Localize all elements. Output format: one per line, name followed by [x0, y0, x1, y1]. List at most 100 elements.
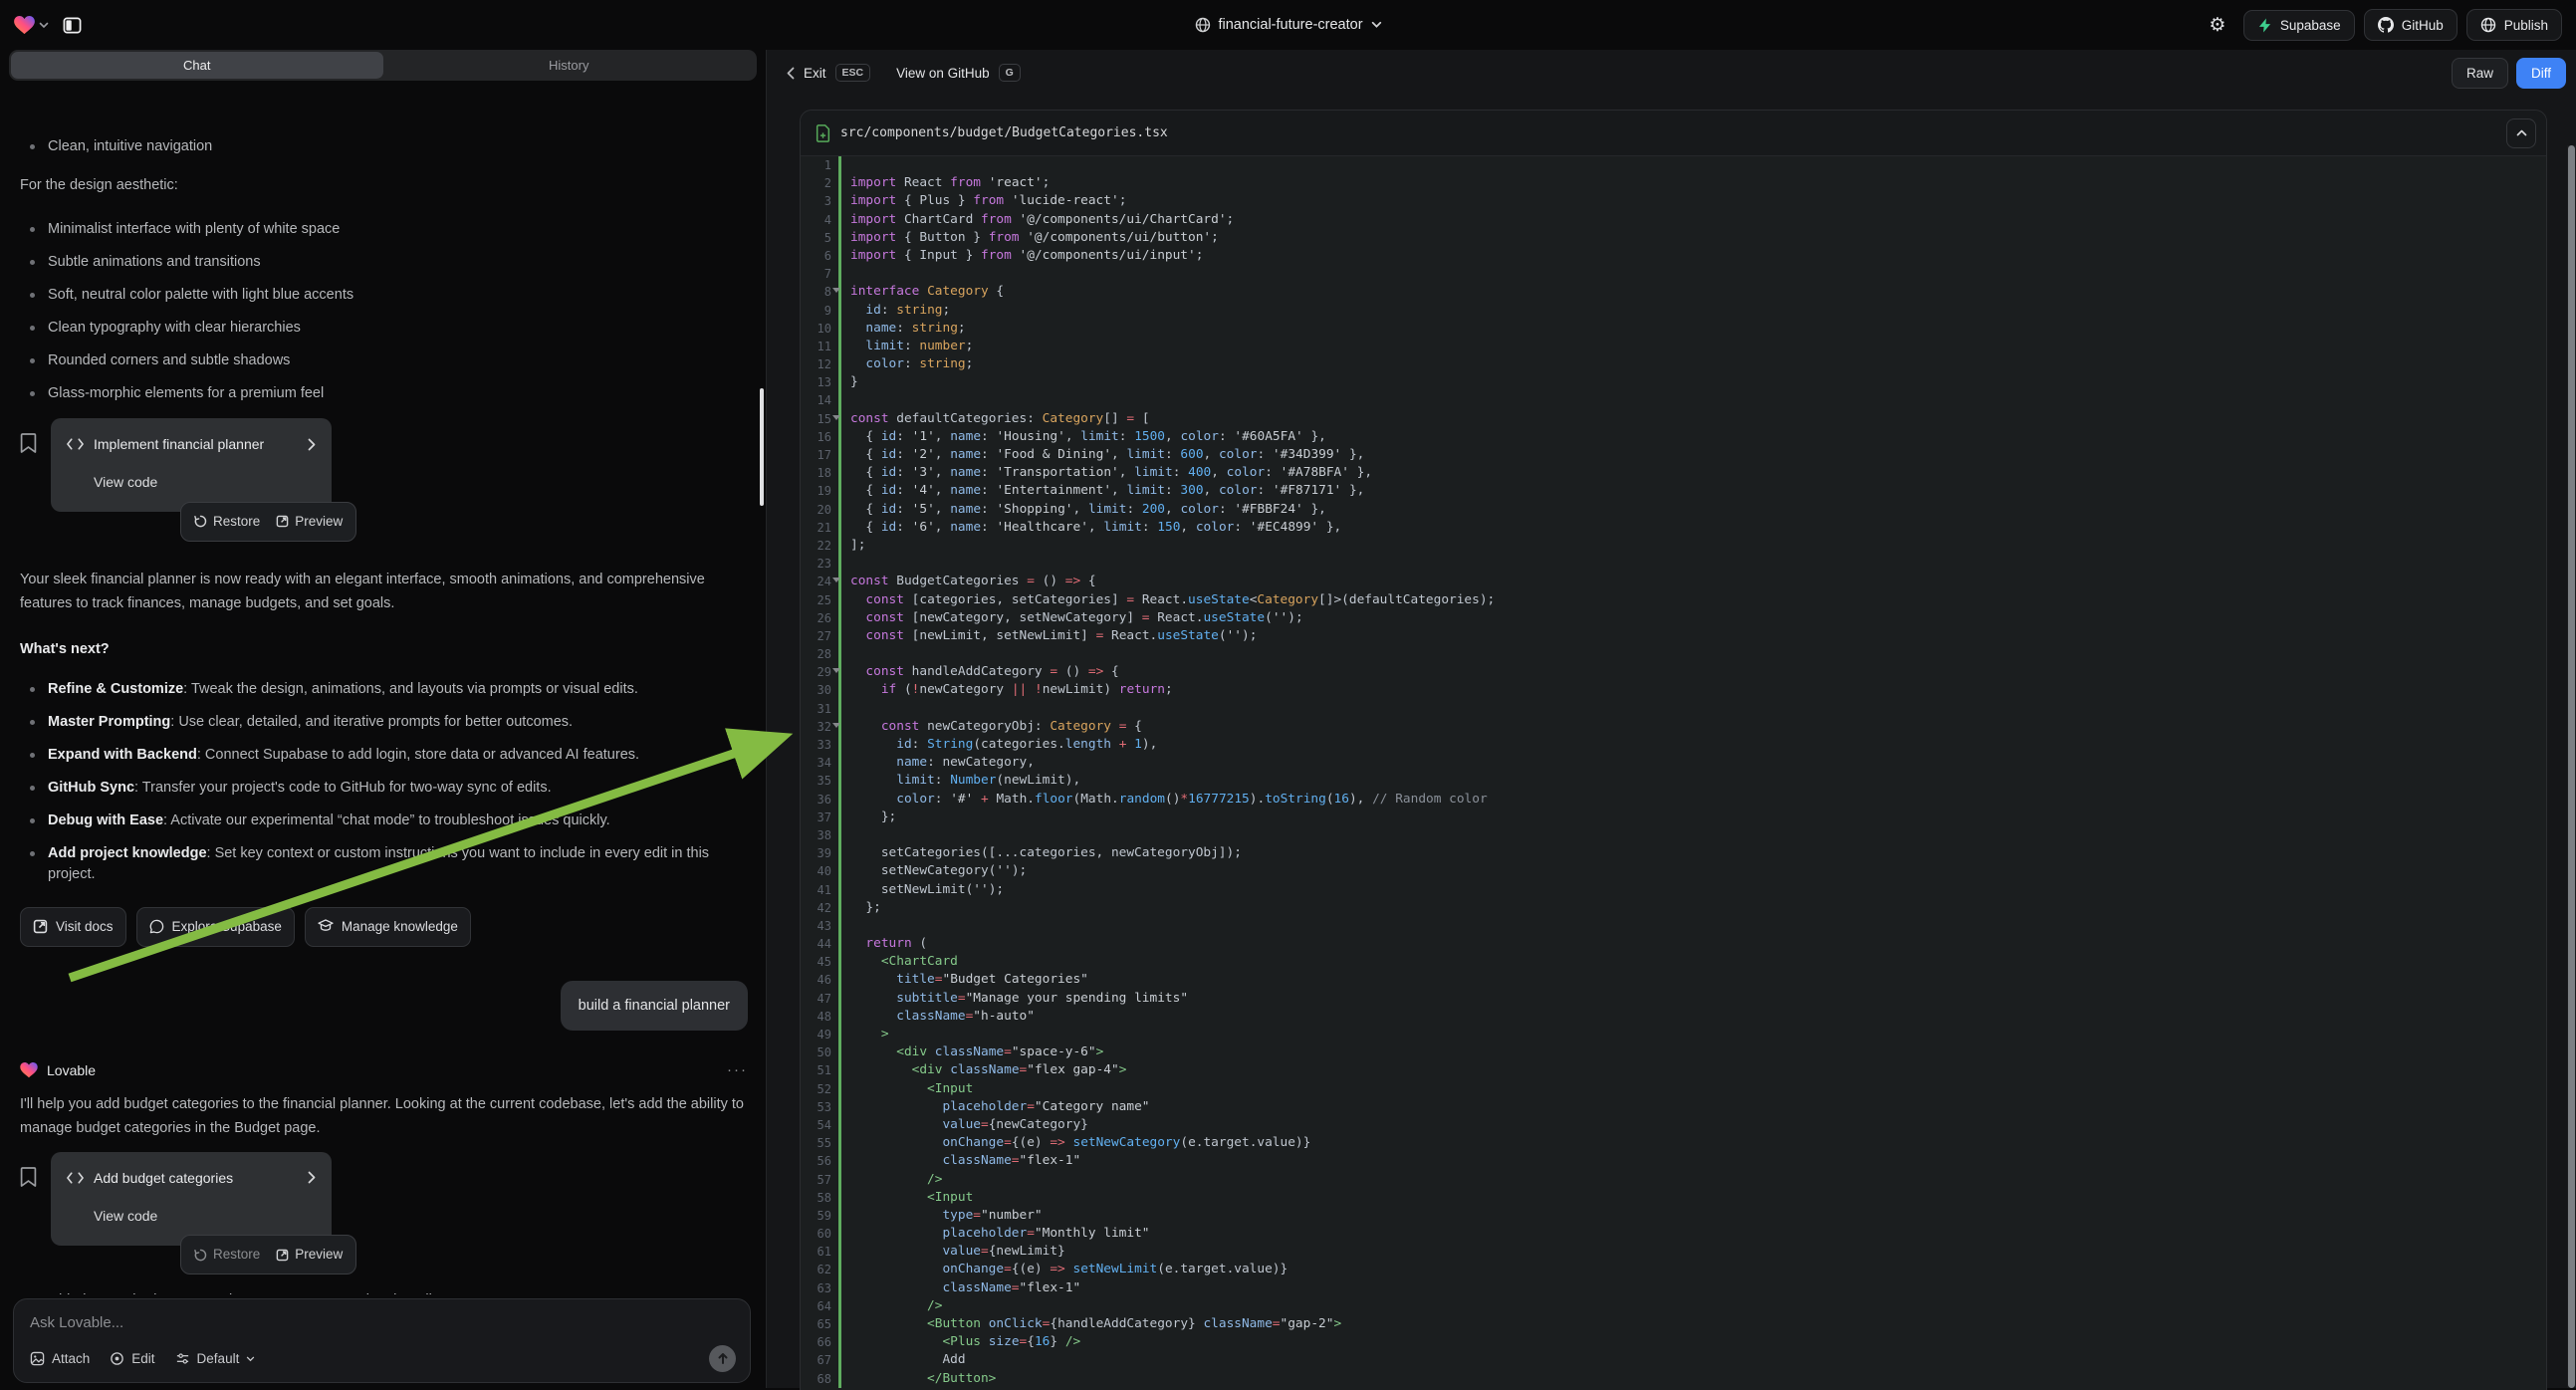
code-line: 50 <div className="space-y-6"> [801, 1043, 2546, 1061]
assistant-name: Lovable [47, 1058, 96, 1082]
tab-chat[interactable]: Chat [11, 52, 383, 79]
code-line: 5import { Button } from '@/components/ui… [801, 229, 2546, 247]
code-line: 35 limit: Number(newLimit), [801, 772, 2546, 790]
tab-history[interactable]: History [383, 52, 756, 79]
globe-icon [1194, 17, 1210, 33]
manage-knowledge-button[interactable]: Manage knowledge [305, 907, 471, 947]
collapse-file-button[interactable] [2506, 118, 2536, 148]
code-line: 21 { id: '6', name: 'Healthcare', limit:… [801, 519, 2546, 537]
file-path: src/components/budget/BudgetCategories.t… [840, 125, 2496, 140]
github-button[interactable]: GitHub [2364, 9, 2458, 41]
code-line: 43 [801, 917, 2546, 935]
ready-text: Your sleek financial planner is now read… [20, 568, 748, 615]
bookmark-icon[interactable] [20, 432, 37, 454]
code-line: 26 const [newCategory, setNewCategory] =… [801, 609, 2546, 627]
chat-scrollbar[interactable] [760, 388, 764, 506]
restore-button[interactable]: Restore [194, 1243, 260, 1267]
github-label: GitHub [2402, 18, 2444, 33]
supabase-label: Supabase [2280, 18, 2341, 33]
code-line: 22]; [801, 537, 2546, 555]
code-line: 33 id: String(categories.length + 1), [801, 736, 2546, 754]
code-line: 10 name: string; [801, 320, 2546, 338]
publish-button[interactable]: Publish [2466, 9, 2562, 41]
version-card-implement-financial-planner[interactable]: Implement financial planner View code [51, 418, 332, 512]
send-button[interactable] [709, 1345, 736, 1372]
top-bar: financial-future-creator ⚙ Supabase GitH… [0, 0, 2576, 50]
project-title: financial-future-creator [1218, 17, 1362, 33]
fold-caret-icon[interactable] [832, 578, 840, 582]
view-on-github-button[interactable]: View on GitHub G [896, 64, 1021, 82]
code-line: 30 if (!newCategory || !newLimit) return… [801, 681, 2546, 699]
code-line: 42 }; [801, 899, 2546, 917]
edit-button[interactable]: Edit [110, 1351, 154, 1366]
list-item: Refine & Customize: Tweak the design, an… [20, 679, 748, 700]
code-line: 49 > [801, 1026, 2546, 1043]
raw-toggle-button[interactable]: Raw [2452, 58, 2508, 89]
chat-bubble-icon [149, 919, 164, 934]
code-line: 6import { Input } from '@/components/ui/… [801, 247, 2546, 265]
lovable-logo-menu[interactable] [14, 16, 49, 35]
fold-caret-icon[interactable] [832, 723, 840, 728]
lovable-heart-icon [20, 1062, 38, 1078]
page-scrollbar[interactable] [2567, 145, 2576, 1388]
message-more-button[interactable]: ··· [727, 1058, 748, 1082]
bookmark-icon[interactable] [20, 1166, 37, 1188]
chevron-right-icon [308, 438, 316, 451]
lovable-heart-icon [14, 16, 35, 35]
code-line: 38 [801, 826, 2546, 844]
chat-history-tabs: Chat History [9, 50, 757, 81]
chat-scroll-area[interactable]: Clean, intuitive navigation For the desi… [0, 136, 766, 1294]
code-line: 2import React from 'react'; [801, 174, 2546, 192]
code-icon [67, 1172, 84, 1184]
list-item: Glass-morphic elements for a premium fee… [20, 383, 748, 404]
list-item: Clean typography with clear hierarchies [20, 318, 748, 339]
prompt-input-box[interactable]: Ask Lovable... Attach Edit Default [13, 1298, 751, 1383]
code-line: 64 /> [801, 1297, 2546, 1315]
code-file-card: src/components/budget/BudgetCategories.t… [800, 110, 2547, 1390]
code-line: 20 { id: '5', name: 'Shopping', limit: 2… [801, 501, 2546, 519]
preview-button[interactable]: Preview [276, 1243, 343, 1267]
restore-button[interactable]: Restore [194, 510, 260, 534]
fold-caret-icon[interactable] [832, 415, 840, 420]
fold-caret-icon[interactable] [832, 288, 840, 293]
project-switcher[interactable]: financial-future-creator [1194, 17, 1381, 33]
code-line: 8interface Category { [801, 283, 2546, 301]
gear-icon: ⚙ [2209, 16, 2225, 35]
code-line: 16 { id: '1', name: 'Housing', limit: 15… [801, 428, 2546, 446]
code-line: 41 setNewLimit(''); [801, 881, 2546, 899]
code-line: 24const BudgetCategories = () => { [801, 573, 2546, 590]
explore-supabase-button[interactable]: Explore Supabase [136, 907, 295, 947]
view-code-link[interactable]: View code [94, 1204, 316, 1228]
attach-button[interactable]: Attach [30, 1351, 90, 1366]
version-card-add-budget-categories[interactable]: Add budget categories View code [51, 1152, 332, 1246]
code-line: 13} [801, 373, 2546, 391]
code-line: 54 value={newCategory} [801, 1116, 2546, 1134]
toggle-sidebar-button[interactable] [57, 10, 87, 40]
view-code-link[interactable]: View code [94, 470, 316, 494]
settings-button[interactable]: ⚙ [2201, 9, 2234, 41]
code-panel: Exit ESC View on GitHub G Raw Diff src/c… [767, 50, 2576, 1388]
publish-globe-icon [2480, 17, 2496, 33]
code-line: 37 }; [801, 809, 2546, 826]
supabase-button[interactable]: Supabase [2243, 10, 2355, 41]
external-link-icon [33, 919, 48, 934]
code-line: 52 <Input [801, 1080, 2546, 1098]
github-icon [2378, 17, 2394, 33]
code-line: 7 [801, 265, 2546, 283]
prompt-input[interactable]: Ask Lovable... [30, 1314, 736, 1331]
code-editor[interactable]: 12import React from 'react';3import { Pl… [801, 156, 2546, 1390]
code-line: 23 [801, 555, 2546, 573]
code-line: 18 { id: '3', name: 'Transportation', li… [801, 464, 2546, 482]
preview-button[interactable]: Preview [276, 510, 343, 534]
chevron-down-icon [1371, 21, 1382, 29]
code-line: 12 color: string; [801, 355, 2546, 373]
publish-label: Publish [2504, 18, 2548, 33]
model-select[interactable]: Default [175, 1351, 256, 1366]
exit-button[interactable]: Exit ESC [787, 64, 870, 82]
file-header[interactable]: src/components/budget/BudgetCategories.t… [801, 111, 2546, 156]
code-line: 4import ChartCard from '@/components/ui/… [801, 211, 2546, 229]
diff-toggle-button[interactable]: Diff [2516, 58, 2566, 89]
visit-docs-button[interactable]: Visit docs [20, 907, 126, 947]
code-line: 9 id: string; [801, 302, 2546, 320]
fold-caret-icon[interactable] [832, 668, 840, 673]
